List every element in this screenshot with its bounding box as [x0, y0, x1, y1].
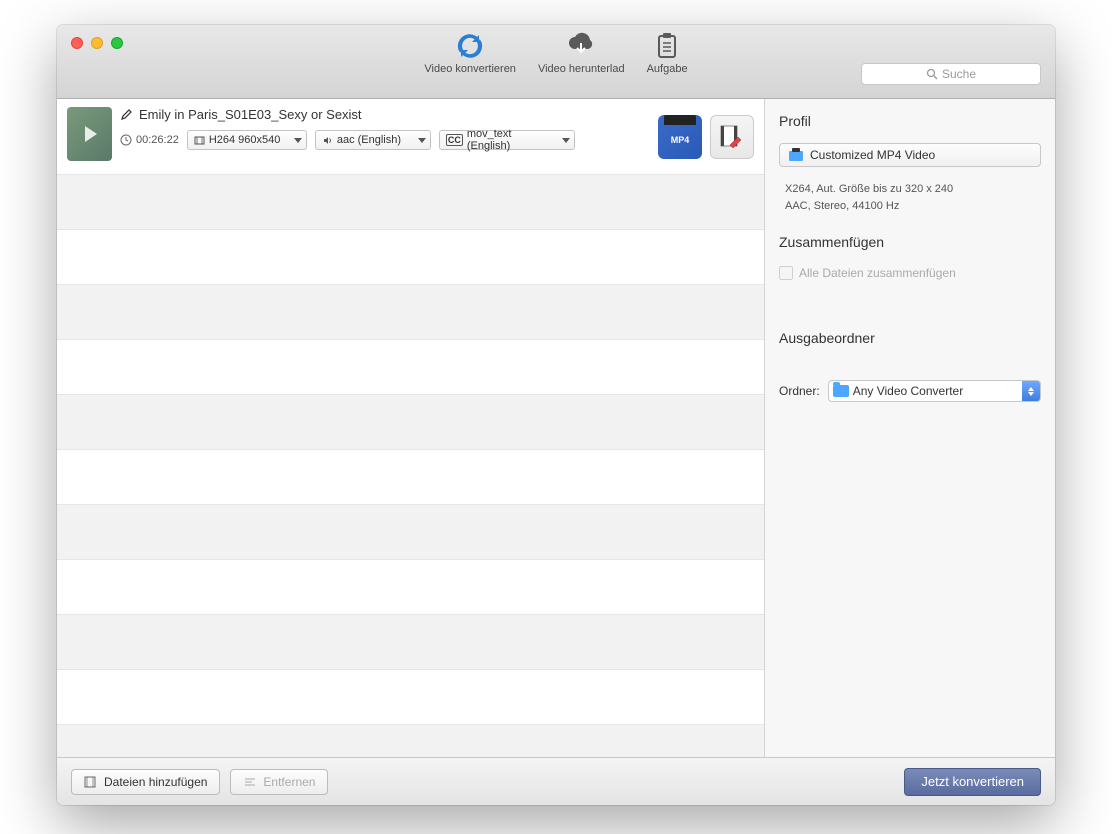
profile-name: Customized MP4 Video — [810, 148, 935, 162]
file-list: Emily in Paris_S01E03_Sexy or Sexist 00:… — [57, 99, 764, 757]
task-tab[interactable]: Aufgabe — [647, 31, 688, 75]
add-files-button[interactable]: Dateien hinzufügen — [71, 769, 220, 795]
folder-icon — [833, 385, 849, 397]
file-action-icons: MP4 — [658, 107, 754, 166]
list-item — [57, 450, 764, 505]
pencil-icon[interactable] — [120, 108, 133, 121]
list-item — [57, 505, 764, 560]
profile-icon — [788, 148, 804, 162]
folder-value: Any Video Converter — [853, 384, 964, 398]
file-row[interactable]: Emily in Paris_S01E03_Sexy or Sexist 00:… — [57, 99, 764, 175]
speaker-icon — [322, 135, 333, 146]
edit-button[interactable] — [710, 115, 754, 159]
duration-value: 00:26:22 — [136, 134, 179, 146]
output-heading: Ausgabeordner — [779, 330, 1041, 346]
download-tab-label: Video herunterlad — [538, 63, 625, 75]
traffic-lights — [57, 25, 123, 49]
sidebar: Profil Customized MP4 Video X264, Aut. G… — [765, 99, 1055, 757]
remove-button[interactable]: Entfernen — [230, 769, 328, 795]
list-item — [57, 285, 764, 340]
file-title: Emily in Paris_S01E03_Sexy or Sexist — [139, 107, 362, 122]
search-input[interactable]: Suche — [861, 63, 1041, 85]
clip-button[interactable]: MP4 — [658, 115, 702, 159]
list-item — [57, 395, 764, 450]
footer: Dateien hinzufügen Entfernen Jetzt konve… — [57, 757, 1055, 805]
mp4-badge: MP4 — [671, 135, 690, 145]
folder-label: Ordner: — [779, 384, 820, 398]
clipboard-icon — [652, 31, 682, 61]
clock-icon — [120, 134, 132, 146]
subtitle-value: mov_text (English) — [467, 128, 558, 152]
close-icon[interactable] — [71, 37, 83, 49]
body: Emily in Paris_S01E03_Sexy or Sexist 00:… — [57, 99, 1055, 757]
profile-info: X264, Aut. Größe bis zu 320 x 240 AAC, S… — [779, 177, 1041, 224]
add-files-label: Dateien hinzufügen — [104, 775, 207, 789]
duration: 00:26:22 — [120, 134, 179, 146]
file-meta: Emily in Paris_S01E03_Sexy or Sexist 00:… — [120, 107, 650, 166]
audio-codec-value: aac (English) — [337, 134, 401, 146]
merge-label: Alle Dateien zusammenfügen — [799, 266, 956, 280]
output-folder-row: Ordner: Any Video Converter — [779, 380, 1041, 402]
cc-icon: CC — [446, 134, 463, 146]
merge-checkbox[interactable]: Alle Dateien zusammenfügen — [779, 264, 1041, 320]
minimize-icon[interactable] — [91, 37, 103, 49]
titlebar: Video konvertieren Video herunterlad Auf… — [57, 25, 1055, 99]
video-codec-value: H264 960x540 — [209, 134, 281, 146]
download-tab[interactable]: Video herunterlad — [538, 31, 625, 75]
zoom-icon[interactable] — [111, 37, 123, 49]
file-controls: 00:26:22 H264 960x540 — [120, 130, 650, 150]
remove-icon — [243, 775, 257, 789]
file-title-line: Emily in Paris_S01E03_Sexy or Sexist — [120, 107, 650, 122]
convert-tab[interactable]: Video konvertieren — [424, 31, 516, 75]
stepper-icon — [1022, 381, 1040, 401]
audio-codec-select[interactable]: aac (English) — [315, 130, 431, 150]
list-item — [57, 175, 764, 230]
subtitle-select[interactable]: CC mov_text (English) — [439, 130, 575, 150]
add-file-icon — [84, 775, 98, 789]
search-placeholder: Suche — [942, 67, 976, 81]
convert-tab-label: Video konvertieren — [424, 63, 516, 75]
profile-heading: Profil — [779, 113, 1041, 129]
profile-select[interactable]: Customized MP4 Video — [779, 143, 1041, 167]
list-item — [57, 615, 764, 670]
list-item — [57, 230, 764, 285]
task-tab-label: Aufgabe — [647, 63, 688, 75]
folder-select[interactable]: Any Video Converter — [828, 380, 1041, 402]
merge-heading: Zusammenfügen — [779, 234, 1041, 250]
video-codec-select[interactable]: H264 960x540 — [187, 130, 307, 150]
list-item — [57, 340, 764, 395]
app-window: Video konvertieren Video herunterlad Auf… — [57, 25, 1055, 805]
profile-info-line1: X264, Aut. Größe bis zu 320 x 240 — [785, 181, 1035, 198]
merge-checkbox-input[interactable] — [779, 266, 793, 280]
cloud-download-icon — [566, 31, 596, 61]
toolbar: Video konvertieren Video herunterlad Auf… — [424, 31, 687, 75]
list-item — [57, 560, 764, 615]
profile-info-line2: AAC, Stereo, 44100 Hz — [785, 198, 1035, 215]
search-icon — [926, 68, 938, 80]
filmstrip-pencil-icon — [718, 123, 746, 151]
convert-label: Jetzt konvertieren — [921, 774, 1024, 789]
list-item — [57, 670, 764, 725]
refresh-icon — [455, 31, 485, 61]
file-list-panel: Emily in Paris_S01E03_Sexy or Sexist 00:… — [57, 99, 765, 757]
film-icon — [194, 135, 205, 146]
remove-label: Entfernen — [263, 775, 315, 789]
video-thumbnail[interactable] — [67, 107, 112, 161]
convert-button[interactable]: Jetzt konvertieren — [904, 768, 1041, 796]
